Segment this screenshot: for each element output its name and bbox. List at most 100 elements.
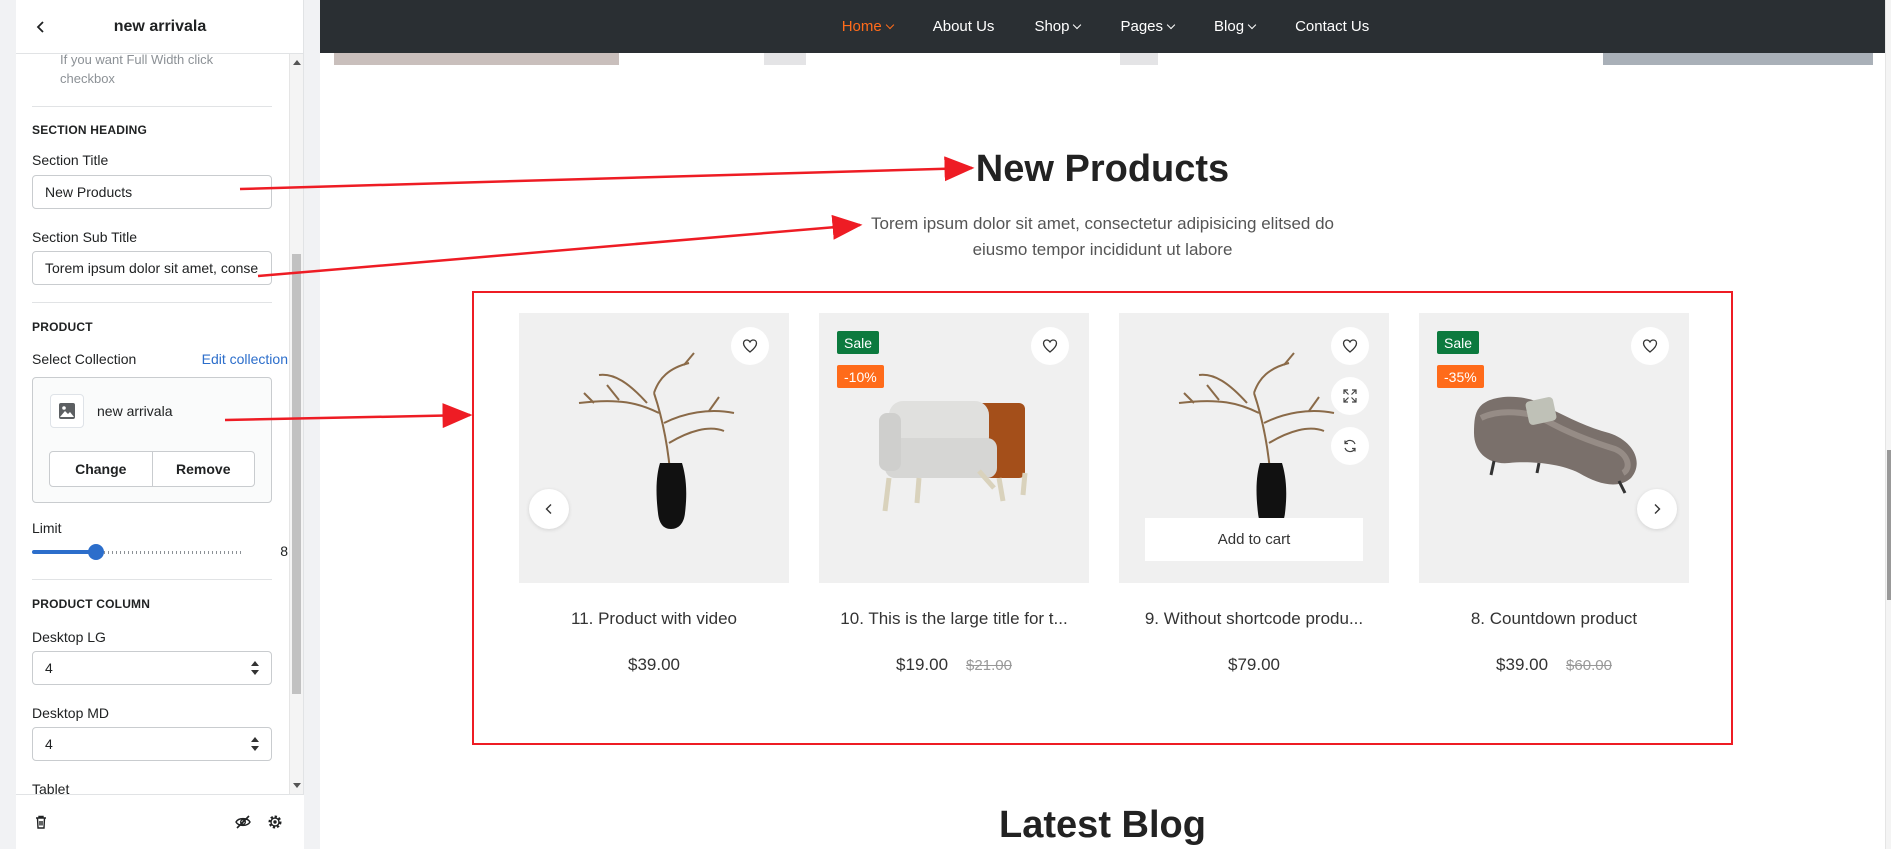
nav-item-pages[interactable]: Pages xyxy=(1120,18,1176,35)
divider xyxy=(32,579,272,580)
nav-item-contact[interactable]: Contact Us xyxy=(1295,18,1369,35)
product-name[interactable]: 10. This is the large title for t... xyxy=(819,609,1089,629)
nav-item-shop[interactable]: Shop xyxy=(1034,18,1082,35)
chevron-down-icon xyxy=(1247,20,1257,29)
desktop-md-label: Desktop MD xyxy=(32,705,110,721)
change-collection-button[interactable]: Change xyxy=(50,452,152,486)
product-image[interactable]: Sale -35% xyxy=(1419,313,1689,583)
scrollbar-thumb[interactable] xyxy=(292,254,301,694)
carousel-next-button[interactable] xyxy=(1637,489,1677,529)
product-column-heading: PRODUCT COLUMN xyxy=(32,597,151,611)
sale-badge: Sale xyxy=(837,331,880,354)
edit-collection-link[interactable]: Edit collection xyxy=(202,351,288,367)
section-title-input[interactable]: New Products xyxy=(32,175,272,209)
nav-item-label: Home xyxy=(841,18,882,35)
nav-item-label: Shop xyxy=(1034,18,1070,35)
image-placeholder-icon xyxy=(50,394,84,428)
select-caret-icon xyxy=(251,661,259,675)
desktop-lg-select[interactable]: 4 xyxy=(32,651,272,685)
quick-view-button[interactable] xyxy=(1331,377,1369,415)
remove-collection-button[interactable]: Remove xyxy=(151,452,255,486)
select-collection-label: Select Collection xyxy=(32,351,137,367)
limit-slider-fill xyxy=(32,550,96,554)
wishlist-button[interactable] xyxy=(1631,327,1669,365)
product-price: $19.00 xyxy=(896,655,949,674)
store-preview: Home About Us Shop Pages Blog Contact Us… xyxy=(320,0,1891,849)
collection-name: new arrivala xyxy=(97,403,173,419)
compare-button[interactable] xyxy=(1331,427,1369,465)
chevron-left-icon xyxy=(36,21,44,33)
eye-hidden-icon[interactable] xyxy=(230,809,256,835)
nav-item-label: Blog xyxy=(1214,18,1245,35)
scroll-up-arrow-icon[interactable] xyxy=(293,60,301,65)
product-heading: PRODUCT xyxy=(32,320,93,334)
product-old-price: $60.00 xyxy=(1566,657,1612,674)
chevron-down-icon xyxy=(1166,20,1176,29)
sale-badge: Sale xyxy=(1437,331,1480,354)
section-title: New Products xyxy=(975,148,1230,190)
trash-icon[interactable] xyxy=(28,809,54,835)
section-subtitle-input[interactable]: Torem ipsum dolor sit amet, conse xyxy=(32,251,272,285)
product-image[interactable] xyxy=(519,313,789,583)
panel-header: new arrivala xyxy=(16,0,304,54)
scroll-down-arrow-icon[interactable] xyxy=(293,783,301,788)
back-button[interactable] xyxy=(26,12,56,42)
heart-icon xyxy=(1042,339,1058,353)
divider xyxy=(32,302,272,303)
product-price-row: $79.00 xyxy=(1119,655,1389,675)
product-price: $39.00 xyxy=(628,655,680,674)
preview-scrollbar[interactable] xyxy=(1885,0,1891,849)
wishlist-button[interactable] xyxy=(1331,327,1369,365)
carousel-prev-button[interactable] xyxy=(529,489,569,529)
product-price: $79.00 xyxy=(1228,655,1280,674)
chevron-right-icon xyxy=(1654,504,1661,514)
panel-footer xyxy=(16,794,304,849)
nav-item-home[interactable]: Home xyxy=(841,18,894,35)
product-name[interactable]: 9. Without shortcode produ... xyxy=(1119,609,1389,629)
gear-icon[interactable] xyxy=(262,809,288,835)
discount-badge: -35% xyxy=(1437,365,1484,388)
product-price: $39.00 xyxy=(1496,655,1549,674)
chevron-down-icon xyxy=(885,20,894,29)
section-editor-panel: new arrivala If you want Full Width clic… xyxy=(16,0,304,849)
nav-item-about[interactable]: About Us xyxy=(933,18,995,35)
main-navbar: Home About Us Shop Pages Blog Contact Us xyxy=(320,0,1891,53)
product-price-row: $39.00 xyxy=(519,655,789,675)
desktop-lg-label: Desktop LG xyxy=(32,629,106,645)
section-subtitle: Torem ipsum dolor sit amet, consectetur … xyxy=(871,214,1334,259)
panel-scrollbar[interactable] xyxy=(289,54,303,794)
limit-value: 8 xyxy=(280,543,288,559)
heart-icon xyxy=(1642,339,1658,353)
nav-item-label: Contact Us xyxy=(1295,18,1370,35)
select-caret-icon xyxy=(251,737,259,751)
limit-slider[interactable] xyxy=(32,544,244,560)
panel-title: new arrivala xyxy=(113,17,207,35)
wishlist-button[interactable] xyxy=(731,327,769,365)
discount-badge: -10% xyxy=(837,365,884,388)
add-to-cart-button[interactable]: Add to cart xyxy=(1145,518,1363,561)
collection-picker: new arrivala Change Remove xyxy=(32,377,272,503)
limit-slider-track xyxy=(96,551,244,554)
desktop-md-select[interactable]: 4 xyxy=(32,727,272,761)
collection-actions: Change Remove xyxy=(49,451,255,487)
product-name[interactable]: 8. Countdown product xyxy=(1419,609,1689,629)
nav-item-label: Pages xyxy=(1120,18,1164,35)
divider xyxy=(32,106,272,107)
product-name[interactable]: 11. Product with video xyxy=(519,609,789,629)
product-image[interactable]: Sale -10% xyxy=(819,313,1089,583)
section-subtitle-label: Section Sub Title xyxy=(32,229,138,245)
wishlist-button[interactable] xyxy=(1031,327,1069,365)
heart-icon xyxy=(1342,339,1358,353)
scrollbar-thumb[interactable] xyxy=(1887,450,1891,600)
product-image[interactable]: Add to cart xyxy=(1119,313,1389,583)
tablet-label: Tablet xyxy=(32,781,70,794)
limit-slider-knob[interactable] xyxy=(88,544,104,560)
nav-item-blog[interactable]: Blog xyxy=(1214,18,1257,35)
section-heading-heading: SECTION HEADING xyxy=(32,123,148,137)
previous-section-image xyxy=(764,53,806,65)
settings-scroll-area[interactable]: If you want Full Width click checkbox SE… xyxy=(16,54,304,794)
product-old-price: $21.00 xyxy=(966,657,1012,674)
limit-label: Limit xyxy=(32,520,62,536)
full-width-note: If you want Full Width click checkbox xyxy=(60,54,214,86)
nav-item-label: About Us xyxy=(932,18,995,35)
